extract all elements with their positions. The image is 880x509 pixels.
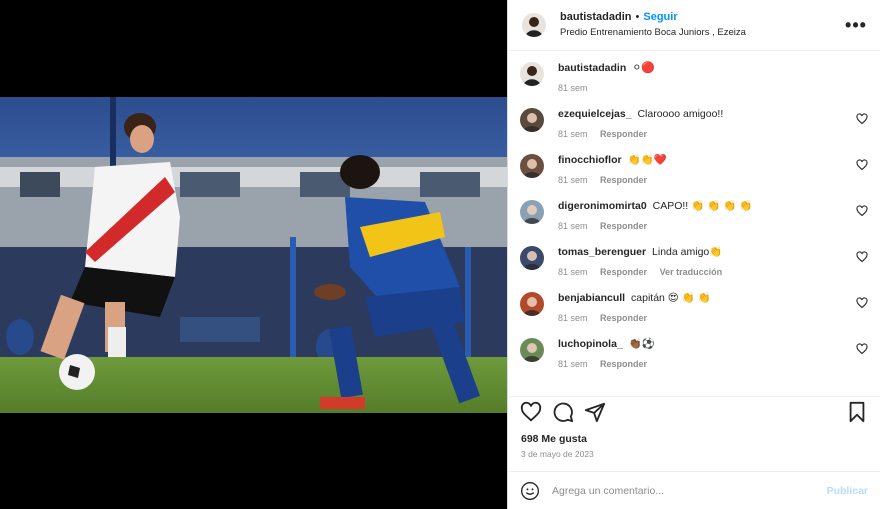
comment-text: luchopinola_ 👏🏾⚽ [558,337,856,351]
commenter-username[interactable]: tomas_berenguer [558,246,646,258]
comment-time[interactable]: 81 sem [558,359,588,369]
comment-body: luchopinola_ 👏🏾⚽ 81 sem Responder [558,337,856,369]
comment-time[interactable]: 81 sem [558,129,588,139]
like-comment-icon[interactable] [856,297,868,309]
like-comment-icon[interactable] [856,251,868,263]
comment-meta: 81 sem Responder [558,359,856,369]
commenter-avatar[interactable] [520,246,544,270]
location-link[interactable]: Predio Entrenamiento Boca Juniors , Ezei… [560,25,844,40]
caption-avatar[interactable] [520,62,544,86]
add-comment-bar: Publicar [508,471,880,509]
comment-time[interactable]: 81 sem [558,267,588,277]
more-icon[interactable]: ••• [844,15,868,36]
caption-text: bautistadadin ⚪🔴 [558,61,868,75]
commenter-avatar[interactable] [520,200,544,224]
comment-content: Claroooo amigoo!! [637,108,724,120]
comment-row: ezequielcejas_ Claroooo amigoo!! 81 sem … [520,107,868,139]
comment-meta: 81 sem Responder [558,129,856,139]
comment-body: tomas_berenguer Linda amigo👏 81 sem Resp… [558,245,856,277]
likes-count[interactable]: 698 Me gusta [508,426,880,445]
separator-dot: • [635,11,640,23]
comment-time[interactable]: 81 sem [558,313,588,323]
comment-time[interactable]: 81 sem [558,221,588,231]
comment-content: 👏👏❤️ [627,154,667,166]
caption-body: bautistadadin ⚪🔴 81 sem [558,61,868,93]
reply-button[interactable]: Responder [600,359,647,369]
header-line: bautistadadin • Seguir [560,10,844,25]
comment-body: benjabiancull capitán 😍 👏 👏 81 sem Respo… [558,291,856,323]
post-photo[interactable] [0,97,507,413]
commenter-username[interactable]: digeronimomirta0 [558,200,647,212]
comment-row: finocchioflor 👏👏❤️ 81 sem Responder [520,153,868,185]
reply-button[interactable]: Responder [600,129,647,139]
comment-content: capitán 😍 👏 👏 [631,292,711,304]
author-username[interactable]: bautistadadin [560,11,632,23]
commenter-username[interactable]: luchopinola_ [558,338,623,350]
commenter-avatar[interactable] [520,154,544,178]
caption-meta: 81 sem [558,83,868,93]
comment-meta: 81 sem Responder Ver traducción [558,267,856,277]
football-photo-image [0,97,507,413]
comment-input[interactable] [552,484,827,497]
comment-time[interactable]: 81 sem [558,175,588,185]
comment-meta: 81 sem Responder [558,221,856,231]
comment-content: 👏🏾⚽ [628,338,655,350]
comment-text: ezequielcejas_ Claroooo amigoo!! [558,107,856,121]
comment-meta: 81 sem Responder [558,313,856,323]
caption-time[interactable]: 81 sem [558,83,588,93]
comment-row: luchopinola_ 👏🏾⚽ 81 sem Responder [520,337,868,369]
comment-row: tomas_berenguer Linda amigo👏 81 sem Resp… [520,245,868,277]
publish-button[interactable]: Publicar [827,485,868,497]
comment-text: finocchioflor 👏👏❤️ [558,153,856,167]
commenter-username[interactable]: finocchioflor [558,154,622,166]
comment-content: Linda amigo👏 [652,246,723,258]
commenter-username[interactable]: benjabiancull [558,292,625,304]
commenter-avatar[interactable] [520,108,544,132]
share-icon[interactable] [584,401,606,423]
heart-icon[interactable] [520,401,542,423]
comment-body: digeronimomirta0 CAPO!! 👏 👏 👏 👏 81 sem R… [558,199,856,231]
post-sidebar: bautistadadin • Seguir Predio Entrenamient… [507,0,880,509]
translate-button[interactable]: Ver traducción [660,267,723,277]
reply-button[interactable]: Responder [600,267,647,277]
like-comment-icon[interactable] [856,343,868,355]
post-date: 3 de mayo de 2023 [521,449,594,459]
comment-text: digeronimomirta0 CAPO!! 👏 👏 👏 👏 [558,199,856,213]
action-bar [508,396,880,426]
reply-button[interactable]: Responder [600,313,647,323]
author-avatar[interactable] [522,13,546,37]
follow-button[interactable]: Seguir [643,11,677,23]
reply-button[interactable]: Responder [600,221,647,231]
comment-content: CAPO!! 👏 👏 👏 👏 [652,200,753,212]
reply-button[interactable]: Responder [600,175,647,185]
post-viewer: bautistadadin • Seguir Predio Entrenamient… [0,0,880,509]
comment-row: digeronimomirta0 CAPO!! 👏 👏 👏 👏 81 sem R… [520,199,868,231]
comment-row: benjabiancull capitán 😍 👏 👏 81 sem Respo… [520,291,868,323]
emoji-icon[interactable] [520,481,540,501]
caption-emojis: ⚪🔴 [632,62,656,74]
media-panel [0,0,507,509]
comment-icon[interactable] [552,401,574,423]
comment-body: ezequielcejas_ Claroooo amigoo!! 81 sem … [558,107,856,139]
post-header: bautistadadin • Seguir Predio Entrenamient… [508,0,880,51]
comment-meta: 81 sem Responder [558,175,856,185]
comment-text: tomas_berenguer Linda amigo👏 [558,245,856,259]
like-comment-icon[interactable] [856,113,868,125]
comments-list[interactable]: bautistadadin ⚪🔴 81 sem ezequielcejas_ C… [508,51,880,396]
commenter-avatar[interactable] [520,338,544,362]
caption-row: bautistadadin ⚪🔴 81 sem [520,61,868,93]
like-comment-icon[interactable] [856,159,868,171]
bookmark-icon[interactable] [846,401,868,423]
caption-username[interactable]: bautistadadin [558,62,626,74]
comment-body: finocchioflor 👏👏❤️ 81 sem Responder [558,153,856,185]
header-text: bautistadadin • Seguir Predio Entrenamient… [560,10,844,40]
comment-text: benjabiancull capitán 😍 👏 👏 [558,291,856,305]
like-comment-icon[interactable] [856,205,868,217]
commenter-username[interactable]: ezequielcejas_ [558,108,632,120]
commenter-avatar[interactable] [520,292,544,316]
